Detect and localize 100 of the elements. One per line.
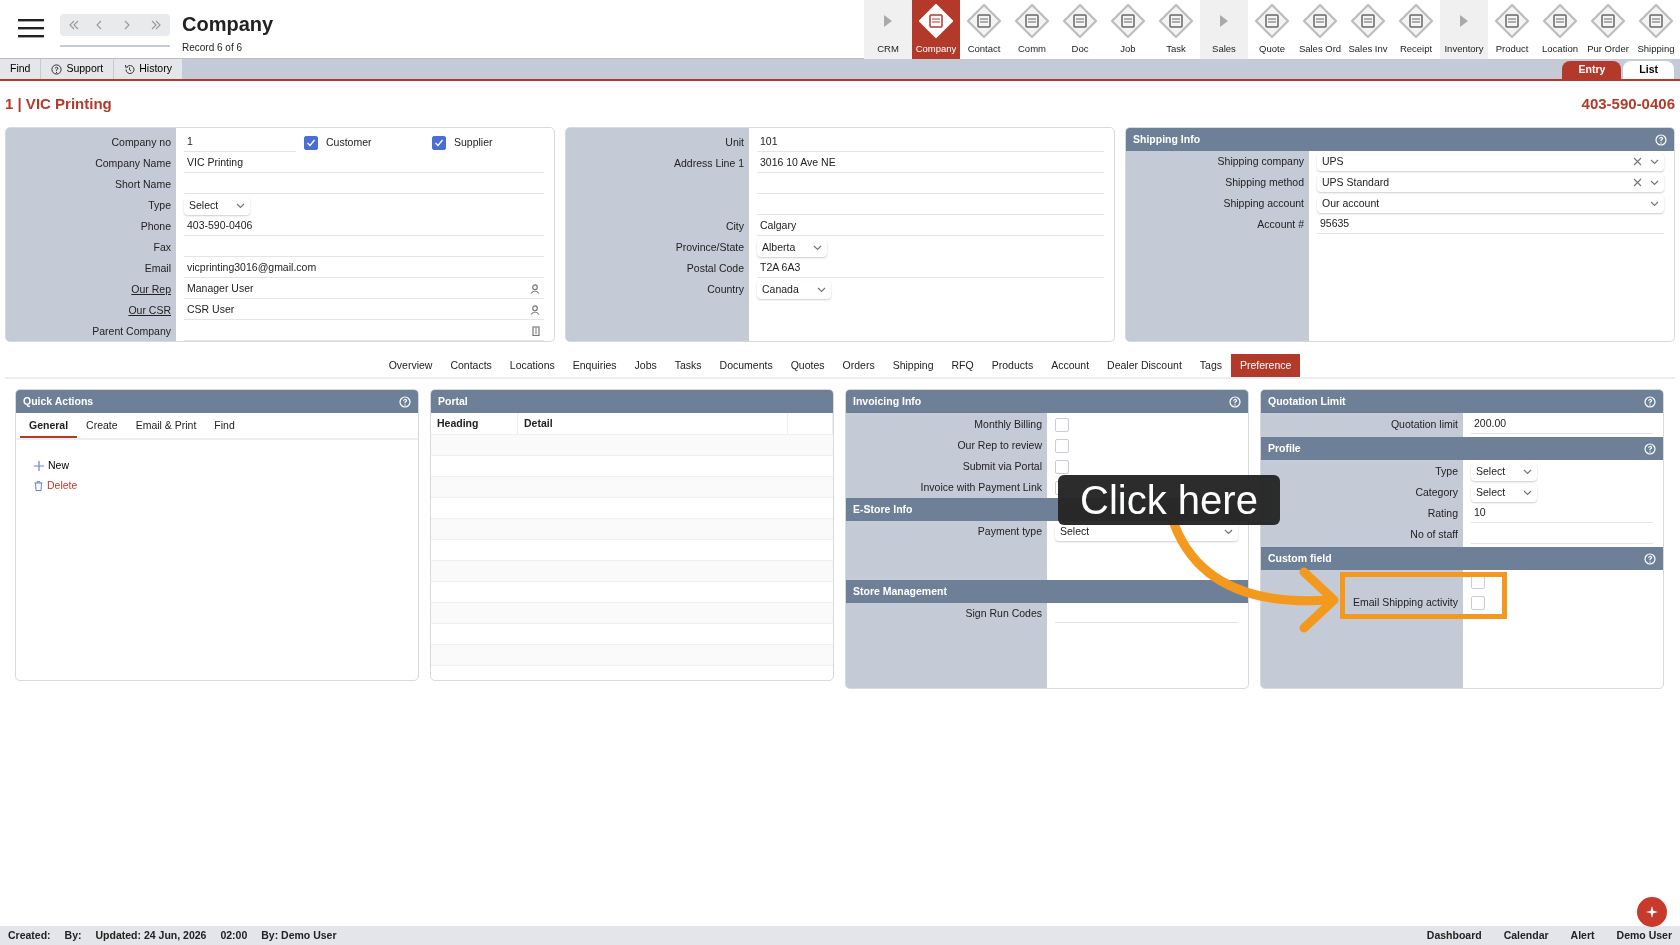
text-field[interactable]: 3016 10 Ave NE bbox=[757, 154, 1104, 173]
tab[interactable]: Locations bbox=[500, 354, 564, 377]
field-label: Our Rep to review bbox=[956, 437, 1043, 453]
chevron-down-icon bbox=[1650, 179, 1659, 186]
help-icon[interactable] bbox=[1644, 442, 1656, 455]
toolbar-button[interactable]: Support bbox=[41, 59, 115, 79]
close-icon[interactable] bbox=[1633, 178, 1642, 187]
close-icon[interactable] bbox=[1633, 157, 1642, 166]
text-field[interactable]: T2A 6A3 bbox=[757, 259, 1104, 278]
checkbox-label: Supplier bbox=[454, 134, 493, 150]
record-phone: 403-590-0406 bbox=[1581, 93, 1675, 114]
select-field[interactable]: UPS Standard bbox=[1317, 173, 1664, 192]
footer-link[interactable]: Alert bbox=[1570, 927, 1595, 944]
tab[interactable]: Quotes bbox=[781, 354, 834, 377]
diamond-icon bbox=[1255, 4, 1289, 38]
chevron-down-icon bbox=[1523, 489, 1533, 496]
field-label: Province/State bbox=[674, 239, 745, 255]
field-link[interactable]: Our Rep bbox=[6, 281, 176, 298]
action-link[interactable]: Delete bbox=[34, 475, 78, 496]
help-icon[interactable] bbox=[1655, 133, 1667, 146]
module-button[interactable]: CRM bbox=[864, 0, 912, 59]
help-icon[interactable] bbox=[399, 395, 411, 408]
text-field[interactable]: vicprinting3016@gmail.com bbox=[184, 259, 544, 278]
text-field[interactable]: 95635 bbox=[1317, 215, 1664, 234]
help-icon[interactable] bbox=[1644, 552, 1656, 565]
person-icon bbox=[530, 305, 540, 315]
diamond-icon bbox=[1639, 4, 1673, 38]
footer-link[interactable]: Calendar bbox=[1503, 927, 1549, 944]
tab[interactable]: Tasks bbox=[665, 354, 711, 377]
checkbox[interactable] bbox=[432, 135, 446, 150]
text-field[interactable]: VIC Printing bbox=[184, 154, 544, 173]
field-label: Unit bbox=[724, 134, 745, 150]
field-label: Company Name bbox=[94, 155, 172, 171]
tab[interactable]: Dealer Discount bbox=[1098, 354, 1191, 377]
diamond-icon bbox=[1063, 4, 1097, 38]
record-counter: Record 6 of 6 bbox=[182, 41, 244, 55]
text-field[interactable]: 1 bbox=[184, 133, 296, 152]
lookup-field[interactable]: Manager User bbox=[184, 280, 544, 299]
module-button[interactable]: Company bbox=[912, 0, 960, 59]
select-field[interactable]: Select bbox=[184, 196, 251, 215]
checkbox[interactable] bbox=[1055, 459, 1069, 474]
action-link[interactable]: New bbox=[34, 456, 69, 476]
footer-link[interactable]: Demo User bbox=[1616, 927, 1672, 944]
tab[interactable]: Account bbox=[1042, 354, 1099, 377]
tab[interactable]: Overview bbox=[379, 354, 442, 377]
tab[interactable]: General bbox=[20, 413, 78, 438]
view-tab[interactable]: List bbox=[1623, 61, 1674, 79]
double-chevron-left-icon bbox=[67, 19, 80, 31]
text-field[interactable]: 10 bbox=[1471, 504, 1653, 523]
tab[interactable]: Products bbox=[982, 354, 1043, 377]
assistant-button[interactable] bbox=[1637, 897, 1667, 927]
select-field[interactable]: UPS bbox=[1317, 152, 1664, 171]
select-field[interactable]: Select bbox=[1471, 462, 1538, 481]
text-field[interactable]: Calgary bbox=[757, 217, 1104, 236]
text-field[interactable]: 101 bbox=[757, 133, 1104, 152]
diamond-icon bbox=[1399, 4, 1433, 38]
module-button[interactable]: Inventory bbox=[1440, 0, 1488, 59]
field-link[interactable]: Our CSR bbox=[6, 302, 176, 319]
diamond-icon bbox=[1303, 4, 1337, 38]
diamond-icon bbox=[1543, 4, 1577, 38]
toolbar-button[interactable]: Find bbox=[0, 59, 42, 79]
tab[interactable]: Email & Print bbox=[126, 413, 206, 438]
tab[interactable]: Create bbox=[77, 413, 127, 438]
field-label: No of staff bbox=[1409, 526, 1459, 542]
chevron-down-icon bbox=[813, 244, 823, 251]
diamond-icon bbox=[1351, 4, 1385, 38]
text-field[interactable]: 403-590-0406 bbox=[184, 217, 544, 236]
tab[interactable]: Preference bbox=[1231, 354, 1301, 377]
tab[interactable]: Jobs bbox=[625, 354, 666, 377]
checkbox[interactable] bbox=[1055, 438, 1069, 453]
tab[interactable]: Shipping bbox=[883, 354, 943, 377]
select-field[interactable]: Our account bbox=[1317, 194, 1664, 213]
module-button[interactable]: Sales bbox=[1200, 0, 1248, 59]
tab[interactable]: Contacts bbox=[441, 354, 501, 377]
tab[interactable]: RFQ bbox=[942, 354, 983, 377]
field-label: Payment type bbox=[976, 523, 1043, 539]
checkbox[interactable] bbox=[1055, 417, 1069, 432]
text-field[interactable]: 200.00 bbox=[1471, 415, 1653, 434]
checkbox[interactable] bbox=[1471, 595, 1485, 610]
tab[interactable]: Orders bbox=[833, 354, 884, 377]
help-icon[interactable] bbox=[1644, 395, 1656, 408]
select-field[interactable]: Canada bbox=[757, 280, 831, 299]
panel-title: Custom field bbox=[1268, 550, 1332, 566]
select-field[interactable]: Select bbox=[1471, 483, 1538, 502]
tab[interactable]: Enquiries bbox=[563, 354, 626, 377]
footer-link[interactable]: Dashboard bbox=[1426, 927, 1482, 944]
menu-icon[interactable] bbox=[18, 18, 44, 38]
tab[interactable]: Tags bbox=[1190, 354, 1231, 377]
field-label: Type bbox=[147, 197, 172, 213]
view-tab[interactable]: Entry bbox=[1562, 61, 1622, 79]
help-icon[interactable] bbox=[1229, 395, 1241, 408]
checkbox[interactable] bbox=[304, 135, 318, 150]
field-label: Type bbox=[1434, 463, 1459, 479]
lookup-field[interactable]: CSR User bbox=[184, 301, 544, 320]
tab[interactable]: Documents bbox=[710, 354, 782, 377]
tab[interactable]: Find bbox=[205, 413, 244, 438]
field-label: Address Line 1 bbox=[672, 155, 745, 171]
toolbar-button[interactable]: History bbox=[114, 59, 183, 79]
select-field[interactable]: Alberta bbox=[757, 238, 828, 257]
help-icon bbox=[51, 63, 63, 75]
